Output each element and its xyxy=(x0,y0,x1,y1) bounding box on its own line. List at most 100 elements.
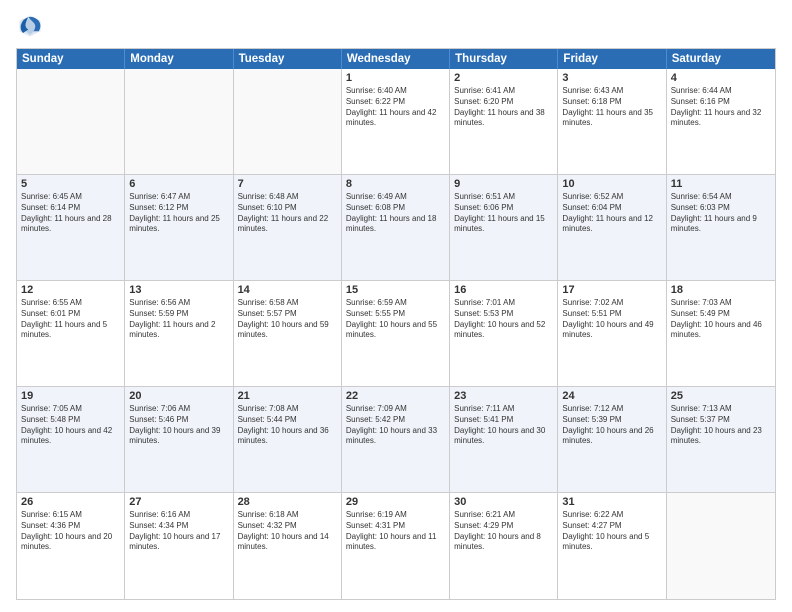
calendar-cell: 2 Sunrise: 6:41 AM Sunset: 6:20 PM Daylig… xyxy=(450,69,558,174)
cell-info: Sunrise: 6:40 AM Sunset: 6:22 PM Dayligh… xyxy=(346,86,445,129)
day-header-monday: Monday xyxy=(125,49,233,69)
calendar-week-2: 5 Sunrise: 6:45 AM Sunset: 6:14 PM Daylig… xyxy=(17,175,775,281)
day-number: 6 xyxy=(129,178,228,190)
day-number: 19 xyxy=(21,390,120,402)
cell-info: Sunrise: 7:11 AM Sunset: 5:41 PM Dayligh… xyxy=(454,404,553,447)
cell-info: Sunrise: 6:45 AM Sunset: 6:14 PM Dayligh… xyxy=(21,192,120,235)
calendar-cell: 28 Sunrise: 6:18 AM Sunset: 4:32 PM Dayli… xyxy=(234,493,342,599)
day-number: 10 xyxy=(562,178,661,190)
day-number: 23 xyxy=(454,390,553,402)
cell-info: Sunrise: 6:54 AM Sunset: 6:03 PM Dayligh… xyxy=(671,192,771,235)
cell-info: Sunrise: 6:59 AM Sunset: 5:55 PM Dayligh… xyxy=(346,298,445,341)
cell-info: Sunrise: 7:01 AM Sunset: 5:53 PM Dayligh… xyxy=(454,298,553,341)
cell-info: Sunrise: 7:05 AM Sunset: 5:48 PM Dayligh… xyxy=(21,404,120,447)
logo xyxy=(16,12,46,40)
day-number: 1 xyxy=(346,72,445,84)
day-header-saturday: Saturday xyxy=(667,49,775,69)
day-number: 3 xyxy=(562,72,661,84)
calendar-cell: 7 Sunrise: 6:48 AM Sunset: 6:10 PM Daylig… xyxy=(234,175,342,280)
calendar-cell xyxy=(17,69,125,174)
cell-info: Sunrise: 7:09 AM Sunset: 5:42 PM Dayligh… xyxy=(346,404,445,447)
cell-info: Sunrise: 6:51 AM Sunset: 6:06 PM Dayligh… xyxy=(454,192,553,235)
day-number: 20 xyxy=(129,390,228,402)
calendar-cell xyxy=(667,493,775,599)
cell-info: Sunrise: 6:44 AM Sunset: 6:16 PM Dayligh… xyxy=(671,86,771,129)
header xyxy=(16,12,776,40)
calendar-cell xyxy=(125,69,233,174)
day-number: 12 xyxy=(21,284,120,296)
day-header-sunday: Sunday xyxy=(17,49,125,69)
cell-info: Sunrise: 7:13 AM Sunset: 5:37 PM Dayligh… xyxy=(671,404,771,447)
day-header-wednesday: Wednesday xyxy=(342,49,450,69)
calendar-cell: 30Sunrise: 6:21 AM Sunset: 4:29 PM Dayli… xyxy=(450,493,558,599)
day-number: 4 xyxy=(671,72,771,84)
cell-info: Sunrise: 7:02 AM Sunset: 5:51 PM Dayligh… xyxy=(562,298,661,341)
day-number: 26 xyxy=(21,496,120,508)
calendar-cell: 17 Sunrise: 7:02 AM Sunset: 5:51 PM Dayli… xyxy=(558,281,666,386)
day-number: 17 xyxy=(562,284,661,296)
calendar-cell: 25Sunrise: 7:13 AM Sunset: 5:37 PM Dayli… xyxy=(667,387,775,492)
calendar-cell xyxy=(234,69,342,174)
cell-info: Sunrise: 6:48 AM Sunset: 6:10 PM Dayligh… xyxy=(238,192,337,235)
day-number: 13 xyxy=(129,284,228,296)
day-number: 11 xyxy=(671,178,771,190)
cell-info: Sunrise: 7:06 AM Sunset: 5:46 PM Dayligh… xyxy=(129,404,228,447)
logo-icon xyxy=(16,12,44,40)
calendar-cell: 1 Sunrise: 6:40 AM Sunset: 6:22 PM Daylig… xyxy=(342,69,450,174)
day-number: 5 xyxy=(21,178,120,190)
calendar-cell: 26 Sunrise: 6:15 AM Sunset: 4:36 PM Dayli… xyxy=(17,493,125,599)
calendar-cell: 5 Sunrise: 6:45 AM Sunset: 6:14 PM Daylig… xyxy=(17,175,125,280)
cell-info: Sunrise: 6:55 AM Sunset: 6:01 PM Dayligh… xyxy=(21,298,120,341)
day-number: 22 xyxy=(346,390,445,402)
calendar-cell: 14Sunrise: 6:58 AM Sunset: 5:57 PM Dayli… xyxy=(234,281,342,386)
calendar-cell: 21 Sunrise: 7:08 AM Sunset: 5:44 PM Dayli… xyxy=(234,387,342,492)
day-number: 31 xyxy=(562,496,661,508)
day-number: 24 xyxy=(562,390,661,402)
calendar-cell: 10Sunrise: 6:52 AM Sunset: 6:04 PM Dayli… xyxy=(558,175,666,280)
cell-info: Sunrise: 7:08 AM Sunset: 5:44 PM Dayligh… xyxy=(238,404,337,447)
day-number: 29 xyxy=(346,496,445,508)
cell-info: Sunrise: 6:19 AM Sunset: 4:31 PM Dayligh… xyxy=(346,510,445,553)
calendar-cell: 29 Sunrise: 6:19 AM Sunset: 4:31 PM Dayli… xyxy=(342,493,450,599)
calendar-body: 1 Sunrise: 6:40 AM Sunset: 6:22 PM Daylig… xyxy=(17,69,775,599)
calendar-cell: 4 Sunrise: 6:44 AM Sunset: 6:16 PM Daylig… xyxy=(667,69,775,174)
day-header-friday: Friday xyxy=(558,49,666,69)
calendar-cell: 12 Sunrise: 6:55 AM Sunset: 6:01 PM Dayli… xyxy=(17,281,125,386)
day-header-tuesday: Tuesday xyxy=(234,49,342,69)
day-number: 27 xyxy=(129,496,228,508)
calendar-cell: 16Sunrise: 7:01 AM Sunset: 5:53 PM Dayli… xyxy=(450,281,558,386)
cell-info: Sunrise: 6:16 AM Sunset: 4:34 PM Dayligh… xyxy=(129,510,228,553)
calendar-cell: 27 Sunrise: 6:16 AM Sunset: 4:34 PM Dayli… xyxy=(125,493,233,599)
cell-info: Sunrise: 6:41 AM Sunset: 6:20 PM Dayligh… xyxy=(454,86,553,129)
calendar-cell: 18Sunrise: 7:03 AM Sunset: 5:49 PM Dayli… xyxy=(667,281,775,386)
cell-info: Sunrise: 6:18 AM Sunset: 4:32 PM Dayligh… xyxy=(238,510,337,553)
day-number: 28 xyxy=(238,496,337,508)
calendar-cell: 9Sunrise: 6:51 AM Sunset: 6:06 PM Daylig… xyxy=(450,175,558,280)
cell-info: Sunrise: 6:21 AM Sunset: 4:29 PM Dayligh… xyxy=(454,510,553,553)
calendar-week-3: 12 Sunrise: 6:55 AM Sunset: 6:01 PM Dayli… xyxy=(17,281,775,387)
day-header-thursday: Thursday xyxy=(450,49,558,69)
calendar: SundayMondayTuesdayWednesdayThursdayFrid… xyxy=(16,48,776,600)
cell-info: Sunrise: 6:47 AM Sunset: 6:12 PM Dayligh… xyxy=(129,192,228,235)
calendar-cell: 15 Sunrise: 6:59 AM Sunset: 5:55 PM Dayli… xyxy=(342,281,450,386)
page: SundayMondayTuesdayWednesdayThursdayFrid… xyxy=(0,0,792,612)
day-number: 15 xyxy=(346,284,445,296)
calendar-cell: 8Sunrise: 6:49 AM Sunset: 6:08 PM Daylig… xyxy=(342,175,450,280)
calendar-cell: 22 Sunrise: 7:09 AM Sunset: 5:42 PM Dayli… xyxy=(342,387,450,492)
calendar-cell: 23 Sunrise: 7:11 AM Sunset: 5:41 PM Dayli… xyxy=(450,387,558,492)
calendar-cell: 20 Sunrise: 7:06 AM Sunset: 5:46 PM Dayli… xyxy=(125,387,233,492)
cell-info: Sunrise: 7:03 AM Sunset: 5:49 PM Dayligh… xyxy=(671,298,771,341)
calendar-cell: 11 Sunrise: 6:54 AM Sunset: 6:03 PM Dayli… xyxy=(667,175,775,280)
calendar-cell: 19 Sunrise: 7:05 AM Sunset: 5:48 PM Dayli… xyxy=(17,387,125,492)
day-number: 2 xyxy=(454,72,553,84)
cell-info: Sunrise: 6:15 AM Sunset: 4:36 PM Dayligh… xyxy=(21,510,120,553)
calendar-cell: 13Sunrise: 6:56 AM Sunset: 5:59 PM Dayli… xyxy=(125,281,233,386)
calendar-cell: 6 Sunrise: 6:47 AM Sunset: 6:12 PM Daylig… xyxy=(125,175,233,280)
day-number: 7 xyxy=(238,178,337,190)
calendar-week-5: 26 Sunrise: 6:15 AM Sunset: 4:36 PM Dayli… xyxy=(17,493,775,599)
day-number: 21 xyxy=(238,390,337,402)
cell-info: Sunrise: 6:43 AM Sunset: 6:18 PM Dayligh… xyxy=(562,86,661,129)
calendar-cell: 3 Sunrise: 6:43 AM Sunset: 6:18 PM Daylig… xyxy=(558,69,666,174)
calendar-header-row: SundayMondayTuesdayWednesdayThursdayFrid… xyxy=(17,49,775,69)
calendar-cell: 24Sunrise: 7:12 AM Sunset: 5:39 PM Dayli… xyxy=(558,387,666,492)
